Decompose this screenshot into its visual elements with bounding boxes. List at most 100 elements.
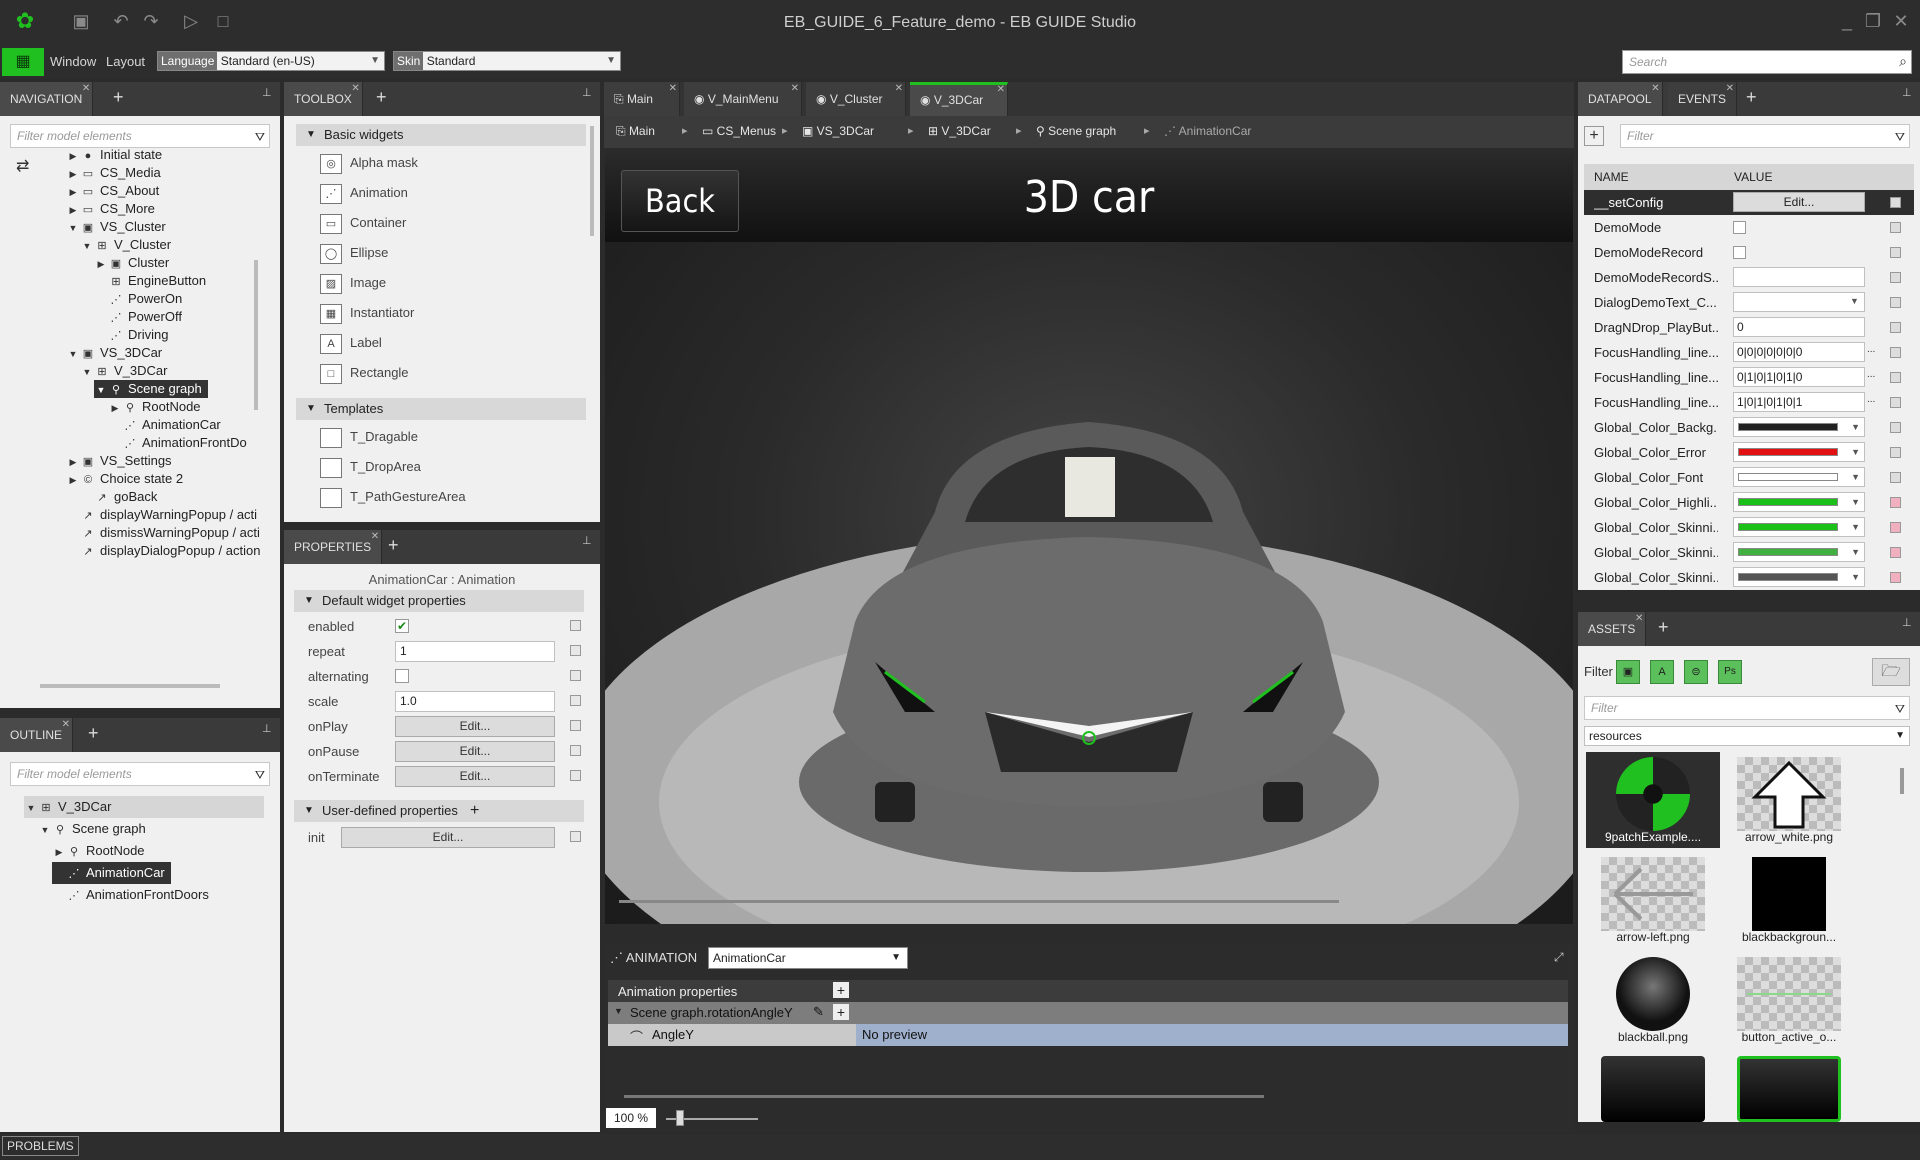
close-icon[interactable]: ✕ [82,72,90,106]
link-toggle[interactable] [1890,472,1901,483]
datapool-row[interactable]: Global_Color_Highli... ▼ [1584,490,1914,515]
expand-toggle-icon[interactable]: ▶ [66,453,80,471]
outline-filter-input[interactable]: Filter model elements ⛛ [10,762,270,786]
asset-item[interactable]: blackball.png [1586,952,1720,1048]
link-toggle[interactable] [1890,222,1901,233]
add-tab-icon[interactable]: + [1746,87,1757,108]
expand-icon[interactable]: ⤢ [1554,950,1564,965]
skin-select[interactable]: Skin Standard ▼ [393,51,621,71]
datapool-row[interactable]: Global_Color_Font ▼ [1584,465,1914,490]
color-select[interactable]: ▼ [1733,542,1865,562]
template-item[interactable]: T_DropArea [320,452,421,482]
tree-item[interactable]: ▼ ⚲ Scene graph [94,380,208,398]
asset-thumbnail[interactable] [1737,1056,1841,1122]
link-toggle[interactable] [1890,322,1901,333]
color-select[interactable]: ▼ [1733,442,1865,462]
datapool-value[interactable]: 1|0|1|0|1|0|1 [1733,392,1865,412]
link-toggle[interactable] [570,720,581,731]
add-tab-icon[interactable]: + [376,87,387,108]
expand-toggle-icon[interactable]: ▶ [94,255,108,273]
tree-item[interactable]: ▼ ▣ VS_Cluster [66,218,166,236]
template-item[interactable]: T_PathGestureArea [320,482,466,512]
zoom-level[interactable]: 100 % [606,1108,656,1128]
minimize-icon[interactable]: _ [1836,10,1858,32]
tree-item[interactable]: ⋰ AnimationFrontDo [108,434,247,452]
expand-toggle-icon[interactable]: ▼ [38,819,52,841]
outline-item[interactable]: ▼ ⊞ V_3DCar [24,796,264,818]
close-icon[interactable]: ✕ [1635,602,1643,636]
datapool-filter-input[interactable]: Filter ⛛ [1620,124,1910,148]
scrollbar[interactable] [254,260,258,410]
language-select[interactable]: Language Standard (en-US) ▼ [157,51,385,71]
asset-item[interactable]: blackbackgroun... [1722,852,1856,948]
close-icon[interactable]: ✕ [791,72,799,106]
link-toggle[interactable] [1890,522,1901,533]
toolbox-item[interactable]: ▦ Instantiator [320,298,414,328]
tab-properties[interactable]: PROPERTIES ✕ [284,530,383,564]
timeline-scrollbar[interactable] [624,1095,1264,1098]
color-select[interactable]: ▼ [1733,417,1865,437]
add-property-icon[interactable]: + [833,982,849,998]
tree-item[interactable]: ▶ ⚲ RootNode [108,398,201,416]
datapool-row[interactable]: FocusHandling_line... 0|0|0|0|0|0|0... [1584,340,1914,365]
assets-folder-select[interactable]: resources ▼ [1584,726,1910,746]
tree-item[interactable]: ⋰ Driving [94,326,169,344]
edit-icon[interactable]: ✎ [813,1004,824,1020]
tree-item[interactable]: ▼ ▣ VS_3DCar [66,344,163,363]
animation-track-row[interactable]: ▼ Scene graph.rotationAngleY ✎ + [608,1002,1568,1024]
tree-item[interactable]: ▶ ▣ Cluster [94,254,170,273]
filter-mesh-icon[interactable]: ⊜ [1684,660,1708,684]
tab-datapool[interactable]: DATAPOOL ✕ [1578,82,1663,116]
tree-item[interactable]: ↗ goBack [80,488,157,506]
toolbox-item[interactable]: □ Rectangle [320,358,409,388]
pin-icon[interactable]: ⊥ [1902,86,1912,99]
tree-item[interactable]: ▶ ▭ CS_About [66,182,160,200]
tree-item[interactable]: ⋰ AnimationCar [108,416,221,434]
asset-item[interactable]: arrow_white.png [1722,752,1856,848]
datapool-row[interactable]: DragNDrop_PlayBut... 0 [1584,315,1914,340]
expand-toggle-icon[interactable]: ▼ [80,363,94,381]
add-tab-icon[interactable]: + [113,87,124,108]
init-edit-button[interactable]: Edit... [341,827,555,848]
expand-toggle-icon[interactable]: ▼ [66,219,80,237]
link-toggle[interactable] [570,745,581,756]
close-icon[interactable]: ✕ [351,72,359,106]
editor-tab[interactable]: ◉ V_MainMenu ✕ [684,82,802,116]
link-toggle[interactable] [1890,397,1901,408]
tree-item[interactable]: ▶ © Choice state 2 [66,470,184,488]
close-icon[interactable]: ✕ [1890,10,1912,32]
problems-button[interactable]: PROBLEMS [2,1136,79,1156]
repeat-input[interactable]: 1 [395,641,555,662]
link-toggle[interactable] [1890,572,1901,583]
bool-checkbox[interactable] [1733,221,1746,234]
default-properties-section[interactable]: ▼ Default widget properties [294,590,584,612]
breadcrumb-item[interactable]: ⊞ V_3DCar [928,124,991,138]
add-tab-icon[interactable]: + [88,723,99,744]
datapool-row[interactable]: Global_Color_Skinni... ▼ [1584,540,1914,565]
datapool-value[interactable] [1733,267,1865,287]
scrollbar[interactable] [40,684,220,688]
link-toggle[interactable] [1890,272,1901,283]
expand-toggle-icon[interactable]: ▼ [66,345,80,363]
link-toggle[interactable] [1890,297,1901,308]
datapool-row[interactable]: __setConfig Edit... [1584,190,1914,215]
link-toggle[interactable] [570,645,581,656]
breadcrumb-item[interactable]: ⎘ Main [616,124,655,139]
search-icon[interactable]: ⌕ [1899,53,1907,70]
tree-item[interactable]: ▶ ▭ CS_Media [66,164,161,182]
pin-icon[interactable]: ⊥ [582,534,592,547]
tab-events[interactable]: EVENTS ✕ [1668,82,1738,116]
link-toggle[interactable] [1890,547,1901,558]
scene-canvas[interactable]: Back 3D car [605,152,1573,924]
toolbox-item[interactable]: ▭ Container [320,208,406,238]
close-icon[interactable]: ✕ [371,520,379,554]
tree-item[interactable]: ⋰ PowerOn [94,290,183,308]
expand-toggle-icon[interactable]: ▶ [52,841,66,863]
datapool-row[interactable]: DemoModeRecordS... [1584,265,1914,290]
datapool-row[interactable]: FocusHandling_line... 1|0|1|0|1|0|1... [1584,390,1914,415]
scrollbar[interactable] [1900,768,1904,794]
expand-toggle-icon[interactable]: ▼ [80,237,94,255]
more-button[interactable]: ... [1867,369,1875,380]
datapool-row[interactable]: Global_Color_Skinni... ▼ [1584,565,1914,590]
toolbox-item[interactable]: ▨ Image [320,268,386,298]
